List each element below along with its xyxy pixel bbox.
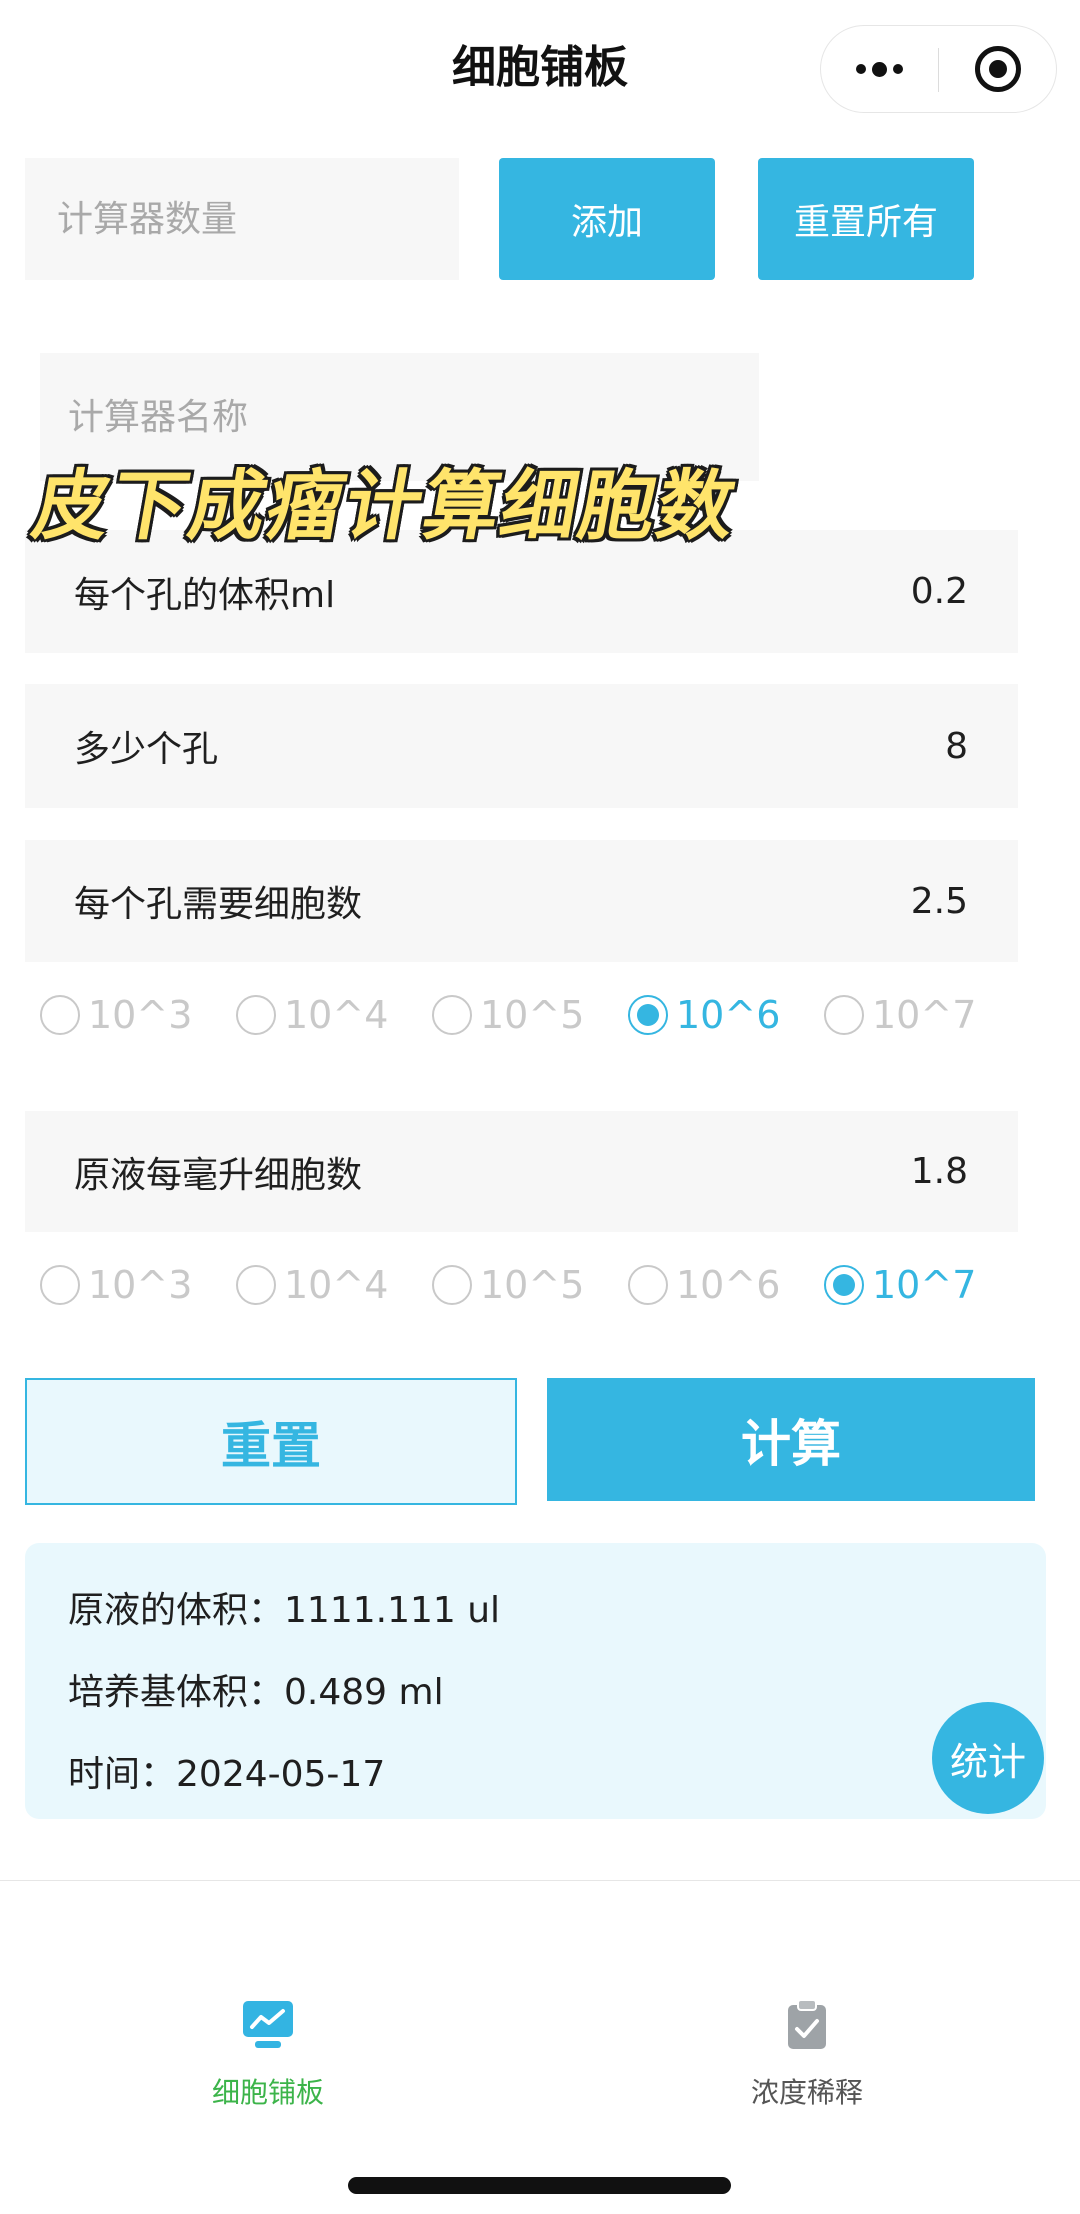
mini-program-capsule: [820, 25, 1057, 113]
radio-label: 10^3: [88, 1263, 193, 1307]
exponent-option[interactable]: 10^3: [40, 1255, 236, 1315]
cells-per-well-label: 每个孔需要细胞数: [74, 884, 363, 925]
tab-dilution[interactable]: 浓度稀释: [657, 1990, 957, 2120]
exponent-option[interactable]: 10^7: [824, 985, 1020, 1045]
exponent-option[interactable]: 10^7: [824, 1255, 1020, 1315]
more-dots-icon: [856, 64, 866, 74]
radio-label: 10^7: [872, 1263, 977, 1307]
radio-label: 10^3: [88, 993, 193, 1037]
time-result: 时间：2024-05-17: [68, 1734, 1046, 1816]
radio-label: 10^5: [480, 1263, 585, 1307]
close-button[interactable]: [939, 26, 1056, 112]
stock-cells-per-ml-input[interactable]: [728, 1111, 968, 1232]
reset-button[interactable]: 重置: [25, 1378, 517, 1505]
target-circle-icon-dot: [988, 60, 1007, 78]
result-label: 培养基体积：: [68, 1672, 285, 1713]
well-count-row: 多少个孔: [25, 684, 1018, 808]
stock-cells-per-ml-label: 原液每毫升细胞数: [74, 1154, 363, 1196]
exponent-option[interactable]: 10^5: [432, 1255, 628, 1315]
overlay-caption: 皮下成瘤计算细胞数: [26, 461, 744, 550]
more-dots-icon-center: [872, 61, 887, 77]
exponent-option[interactable]: 10^3: [40, 985, 236, 1045]
radio-circle: [40, 995, 80, 1035]
result-label: 时间：: [68, 1754, 177, 1795]
radio-label: 10^6: [676, 993, 781, 1037]
radio-label: 10^6: [676, 1263, 781, 1307]
radio-circle: [824, 1265, 864, 1305]
clipboard-check-icon: [788, 1999, 826, 2049]
radio-label: 10^4: [284, 1263, 389, 1307]
exponent-option[interactable]: 10^4: [236, 1255, 432, 1315]
stock-volume-result: 原液的体积：1111.111 ul: [68, 1570, 1046, 1652]
exponent-option[interactable]: 10^6: [628, 985, 824, 1045]
exponent-option[interactable]: 10^6: [628, 1255, 824, 1315]
exponent-option[interactable]: 10^5: [432, 985, 628, 1045]
more-button[interactable]: [821, 26, 938, 112]
tab-label: 浓度稀释: [750, 2076, 863, 2109]
result-value: 2024-05-17: [176, 1754, 386, 1795]
radio-circle: [236, 995, 276, 1035]
more-dots-icon-end: [893, 64, 903, 74]
stock-cells-per-ml-row: 原液每毫升细胞数: [25, 1111, 1018, 1232]
radio-label: 10^5: [480, 993, 585, 1037]
calculator-count-input[interactable]: [25, 158, 459, 280]
radio-label: 10^7: [872, 993, 977, 1037]
result-panel: 原液的体积：1111.111 ul 培养基体积：0.489 ml 时间：2024…: [25, 1543, 1046, 1819]
monitor-chart-icon: [243, 2001, 293, 2048]
cells-per-well-input[interactable]: [728, 840, 968, 962]
cells-per-well-row: 每个孔需要细胞数: [25, 840, 1018, 962]
cells-per-well-exponent-group: 10^3 10^4 10^5 10^6 10^7: [40, 985, 1020, 1045]
radio-circle: [432, 995, 472, 1035]
radio-circle: [628, 995, 668, 1035]
well-count-label: 多少个孔: [74, 729, 219, 770]
radio-circle: [628, 1265, 668, 1305]
well-count-input[interactable]: [728, 684, 968, 808]
tabbar-divider: [0, 1880, 1080, 1881]
home-indicator: [348, 2177, 731, 2194]
stock-exponent-group: 10^3 10^4 10^5 10^6 10^7: [40, 1255, 1020, 1315]
exponent-option[interactable]: 10^4: [236, 985, 432, 1045]
radio-circle: [432, 1265, 472, 1305]
result-label: 原液的体积：: [68, 1590, 285, 1631]
radio-circle: [236, 1265, 276, 1305]
stats-button[interactable]: 统计: [932, 1702, 1044, 1814]
calculate-button[interactable]: 计算: [547, 1378, 1035, 1501]
radio-circle: [824, 995, 864, 1035]
radio-circle: [40, 1265, 80, 1305]
add-button[interactable]: 添加: [499, 158, 715, 280]
result-value: 0.489 ml: [284, 1672, 444, 1713]
medium-volume-result: 培养基体积：0.489 ml: [68, 1652, 1046, 1734]
page-title: 细胞铺板: [452, 42, 628, 93]
radio-label: 10^4: [284, 993, 389, 1037]
nav-bar: 细胞铺板: [0, 0, 1080, 136]
tab-label: 细胞铺板: [211, 2076, 324, 2109]
target-circle-icon: [974, 46, 1021, 92]
result-value: 1111.111 ul: [284, 1590, 501, 1631]
tab-cell-plating[interactable]: 细胞铺板: [118, 1990, 418, 2120]
reset-all-button[interactable]: 重置所有: [758, 158, 974, 280]
